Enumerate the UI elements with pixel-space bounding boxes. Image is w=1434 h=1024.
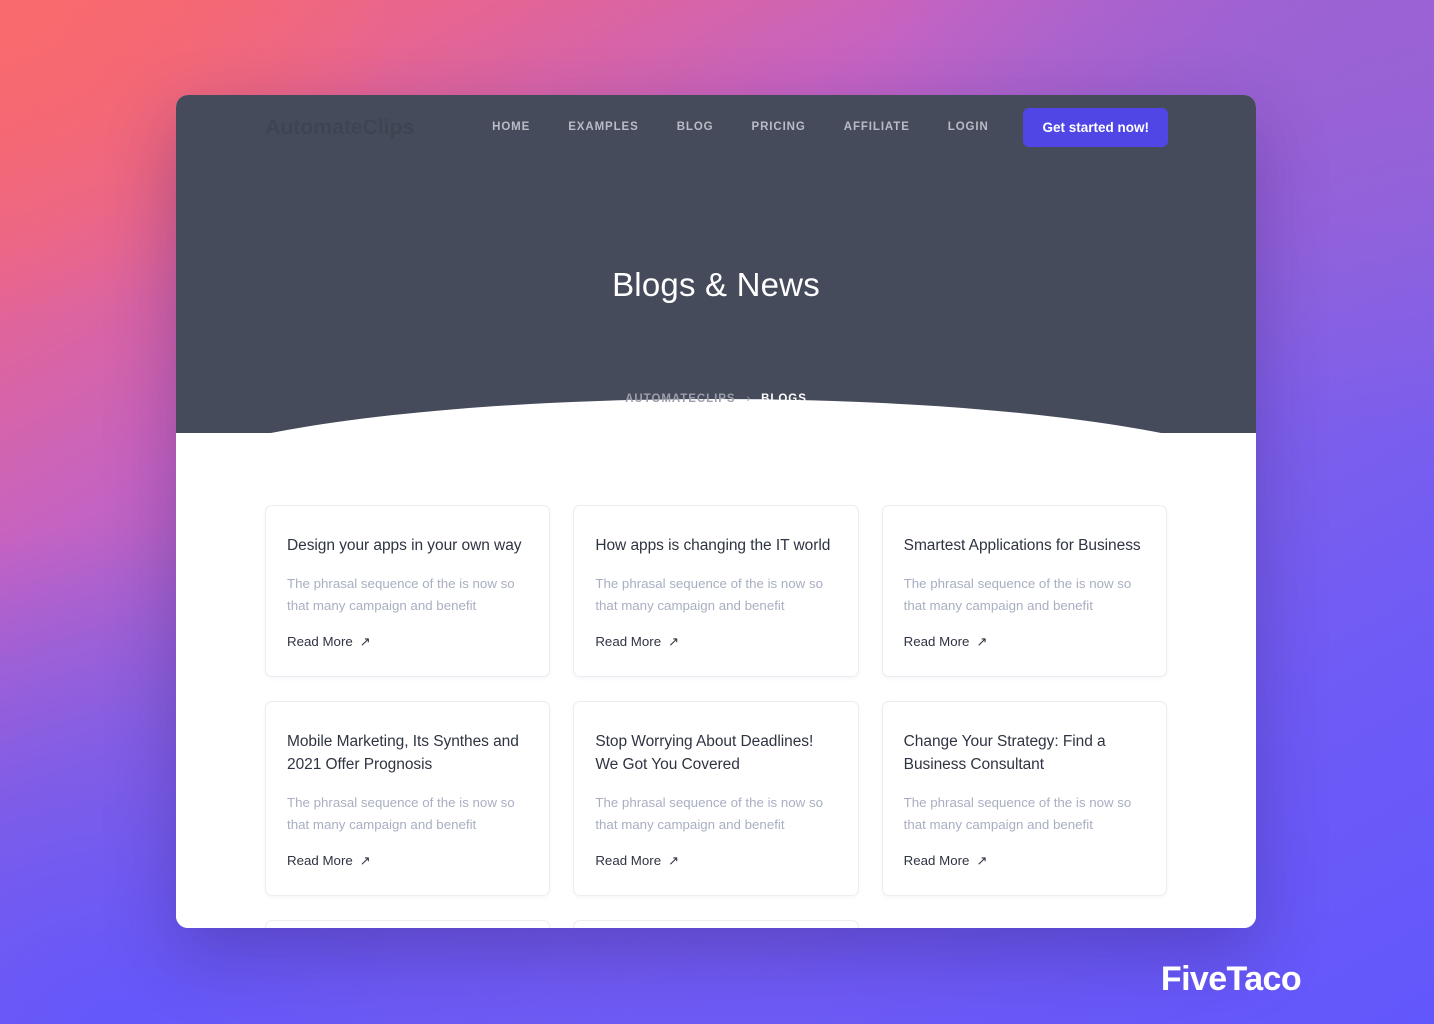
blog-card-title: Mobile Marketing, Its Synthes and 2021 O… — [287, 733, 519, 773]
arrow-up-right-icon: ↗ — [976, 853, 988, 869]
fivetaco-watermark: FiveTaco — [1160, 960, 1302, 998]
arrow-up-right-icon: ↗ — [976, 634, 988, 650]
read-more-label: Read More — [595, 853, 662, 869]
read-more-label: Read More — [903, 634, 970, 650]
breadcrumb-current: BLOGS — [761, 393, 807, 405]
blog-card-excerpt: The phrasal sequence of the is now so th… — [903, 795, 1132, 833]
blog-card-title: How apps is changing the IT world — [595, 537, 831, 554]
blog-card-title: Change Your Strategy: Find a Business Co… — [903, 733, 1106, 773]
blog-card[interactable]: On the other hand we provide denounce Th… — [573, 920, 859, 928]
nav-links: HOME EXAMPLES BLOG PRICING AFFILIATE LOG… — [492, 121, 989, 133]
nav-item-affiliate[interactable]: AFFILIATE — [844, 121, 910, 133]
blog-card-title: Design your apps in your own way — [287, 537, 522, 554]
read-more-label: Read More — [595, 634, 662, 650]
page-title: Blogs & News — [612, 266, 820, 303]
read-more-link[interactable]: Read More ↗ — [595, 634, 679, 649]
read-more-label: Read More — [903, 853, 970, 869]
read-more-link[interactable]: Read More ↗ — [904, 853, 988, 868]
blog-card[interactable]: How apps is changing the IT world The ph… — [573, 505, 859, 678]
blog-grid: Design your apps in your own way The phr… — [265, 505, 1167, 928]
nav-item-examples[interactable]: EXAMPLES — [568, 121, 638, 133]
nav-item-blog[interactable]: BLOG — [677, 121, 714, 133]
arrow-up-right-icon: ↗ — [668, 634, 680, 650]
blog-card[interactable]: Everything About Financial Modeling The … — [265, 920, 551, 928]
blog-card[interactable]: Stop Worrying About Deadlines! We Got Yo… — [573, 701, 859, 897]
blog-card[interactable]: Change Your Strategy: Find a Business Co… — [881, 701, 1167, 897]
blog-card[interactable]: Mobile Marketing, Its Synthes and 2021 O… — [265, 701, 551, 897]
brand-logo[interactable]: AutomateClips — [265, 115, 414, 140]
read-more-link[interactable]: Read More ↗ — [904, 634, 988, 649]
blog-card-excerpt: The phrasal sequence of the is now so th… — [595, 795, 823, 833]
read-more-link[interactable]: Read More ↗ — [287, 853, 371, 868]
app-window: AutomateClips HOME EXAMPLES BLOG PRICING… — [176, 95, 1256, 928]
read-more-link[interactable]: Read More ↗ — [287, 634, 371, 649]
get-started-button[interactable]: Get started now! — [1023, 107, 1168, 147]
chevron-right-icon: › — [746, 392, 751, 405]
arrow-up-right-icon: ↗ — [359, 634, 371, 650]
breadcrumb: AUTOMATECLIPS › BLOGS — [176, 393, 1256, 405]
read-more-link[interactable]: Read More ↗ — [595, 853, 679, 868]
breadcrumb-root-link[interactable]: AUTOMATECLIPS — [625, 393, 735, 405]
read-more-label: Read More — [287, 853, 353, 869]
main-navigation: AutomateClips HOME EXAMPLES BLOG PRICING… — [176, 95, 1256, 159]
hero-section: AutomateClips HOME EXAMPLES BLOG PRICING… — [176, 95, 1256, 433]
nav-item-home[interactable]: HOME — [492, 121, 530, 133]
blog-content: Design your apps in your own way The phr… — [176, 433, 1256, 928]
blog-card-excerpt: The phrasal sequence of the is now so th… — [595, 576, 823, 614]
nav-item-pricing[interactable]: PRICING — [752, 121, 806, 133]
blog-card-excerpt: The phrasal sequence of the is now so th… — [287, 795, 515, 833]
blog-card[interactable]: Design your apps in your own way The phr… — [265, 505, 551, 678]
blog-card-excerpt: The phrasal sequence of the is now so th… — [903, 576, 1132, 614]
nav-item-login[interactable]: LOGIN — [948, 121, 989, 133]
blog-card-excerpt: The phrasal sequence of the is now so th… — [287, 576, 515, 614]
arrow-up-right-icon: ↗ — [359, 853, 371, 869]
blog-card-title: Stop Worrying About Deadlines! We Got Yo… — [595, 733, 814, 773]
read-more-label: Read More — [287, 634, 353, 650]
blog-card-title: Smartest Applications for Business — [903, 537, 1141, 554]
arrow-up-right-icon: ↗ — [668, 853, 680, 869]
blog-card[interactable]: Smartest Applications for Business The p… — [881, 505, 1167, 678]
